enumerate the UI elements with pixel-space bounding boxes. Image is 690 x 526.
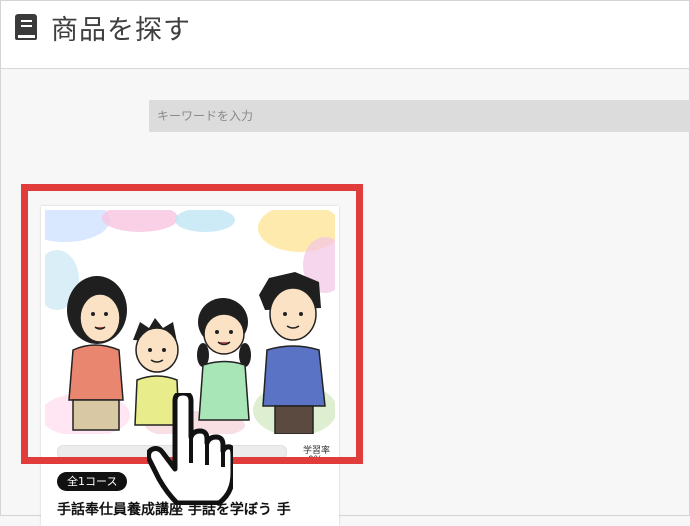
page-title: 商品を探す <box>51 15 191 46</box>
book-icon <box>15 14 37 40</box>
page-header: 商品を探す <box>1 1 689 69</box>
pointing-hand-icon <box>147 393 233 505</box>
search-input[interactable] <box>149 100 690 132</box>
course-count-badge: 全1コース <box>57 472 128 491</box>
progress-value: 0% <box>308 455 323 465</box>
